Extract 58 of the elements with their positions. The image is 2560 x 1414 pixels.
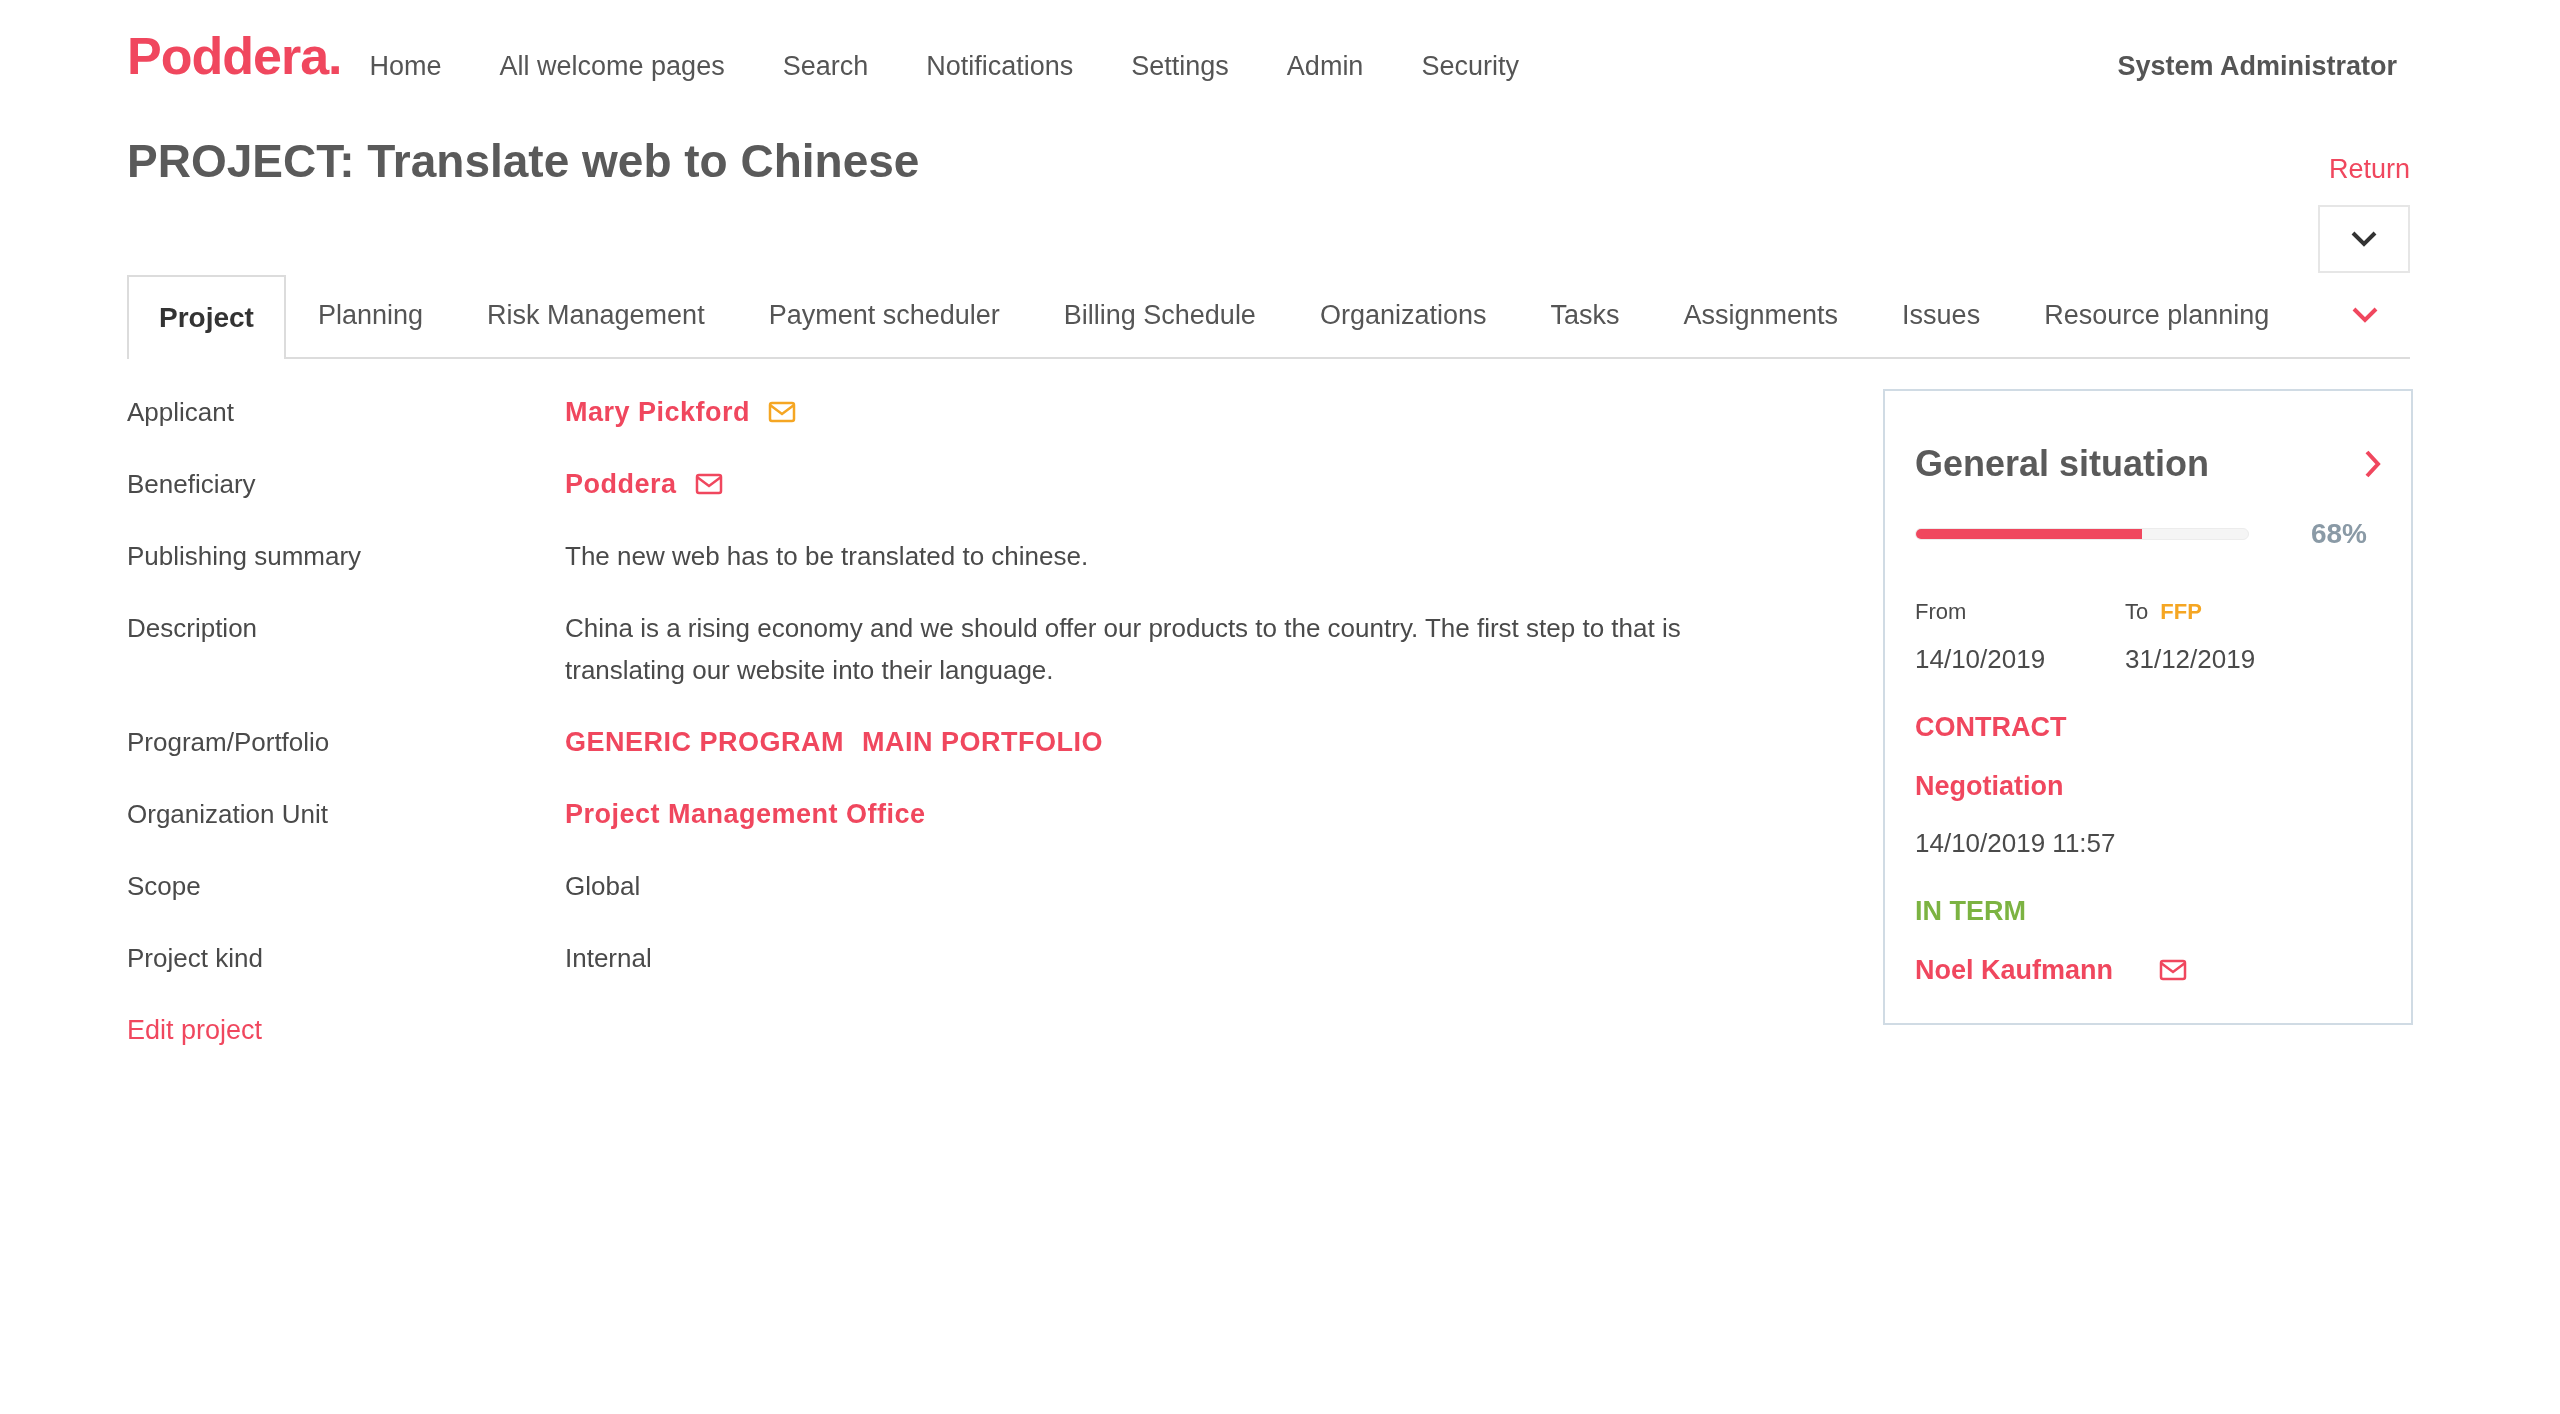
field-link[interactable]: MAIN PORTFOLIO — [862, 721, 1103, 763]
user-menu[interactable]: System Administrator — [2117, 53, 2397, 82]
chevron-right-icon[interactable] — [2365, 450, 2381, 478]
field-link[interactable]: Project Management Office — [565, 793, 926, 835]
progress-percent: 68% — [2310, 517, 2367, 551]
nav-link[interactable]: Security — [1421, 53, 1519, 82]
nav-link[interactable]: Notifications — [926, 53, 1074, 82]
nav-link[interactable]: Search — [782, 53, 869, 82]
edit-project-link[interactable]: Edit project — [127, 1015, 263, 1045]
tab[interactable]: Payment scheduler — [736, 273, 1032, 357]
tab[interactable]: Organizations — [1287, 273, 1519, 357]
page-title: PROJECT: Translate web to Chinese — [127, 138, 920, 189]
tab[interactable]: Tasks — [1518, 273, 1652, 357]
field-label: Description — [127, 612, 259, 645]
nav-link[interactable]: All welcome pages — [499, 53, 725, 82]
stage-date: 14/10/2019 11:57 — [1915, 827, 2117, 860]
chevron-down-icon — [2351, 231, 2377, 247]
card-title: General situation — [1915, 442, 2210, 486]
field-label: Project kind — [127, 942, 264, 975]
nav-link[interactable]: Admin — [1286, 53, 1364, 82]
contract-type: FFP — [2160, 598, 2202, 626]
collapse-button[interactable] — [2318, 205, 2410, 273]
field-label: Applicant — [127, 396, 235, 429]
tab[interactable]: Resource planning — [2012, 273, 2302, 357]
field-link[interactable]: Mary Pickford — [565, 391, 751, 433]
chevron-down-icon[interactable] — [2352, 307, 2378, 323]
field-link[interactable]: GENERIC PROGRAM — [565, 721, 845, 763]
tab[interactable]: Planning — [285, 273, 456, 357]
field-label: Organization Unit — [127, 798, 329, 831]
tab[interactable]: Issues — [1870, 273, 2013, 357]
tab[interactable]: Assignments — [1651, 273, 1871, 357]
tab[interactable]: Project — [127, 275, 286, 359]
mail-icon[interactable] — [2159, 958, 2188, 981]
from-label: From — [1915, 598, 1968, 626]
field-value: Global — [565, 870, 641, 903]
mail-icon[interactable] — [694, 473, 723, 495]
mail-icon[interactable] — [768, 401, 797, 423]
nav-link[interactable]: Home — [369, 53, 442, 82]
to-label: To — [2125, 598, 2149, 626]
phase-label: CONTRACT — [1915, 711, 2068, 744]
stage-label: Negotiation — [1915, 769, 2065, 803]
to-date: 31/12/2019 — [2125, 643, 2257, 676]
from-date: 14/10/2019 — [1915, 643, 2047, 676]
field-label: Program/Portfolio — [127, 726, 331, 759]
tab[interactable]: Billing Schedule — [1031, 273, 1288, 357]
field-value: The new web has to be translated to chinese. — [565, 540, 1089, 573]
nav-link[interactable]: Settings — [1131, 53, 1229, 82]
field-value: Internal — [565, 942, 652, 975]
field-value: China is a rising economy and we should offer our products to the country. The first step to that is translating our website into their language. — [565, 612, 1682, 687]
field-link[interactable]: Poddera — [565, 463, 677, 505]
brand-logo[interactable]: Poddera. — [127, 30, 342, 82]
status-label: IN TERM — [1915, 895, 2027, 928]
field-label: Scope — [127, 870, 202, 903]
manager-link[interactable]: Noel Kaufmann — [1915, 949, 2114, 990]
tab[interactable]: Risk Management — [455, 273, 737, 357]
field-label: Publishing summary — [127, 540, 363, 573]
return-link[interactable]: Return — [2328, 156, 2410, 183]
field-label: Beneficiary — [127, 468, 257, 501]
